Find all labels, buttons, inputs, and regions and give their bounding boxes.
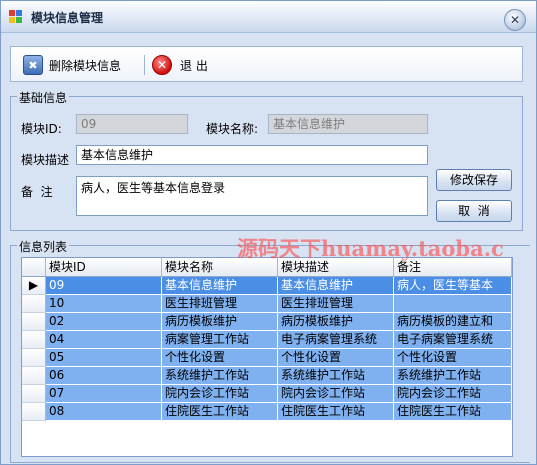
row-indicator [22,403,46,421]
cell-module-desc[interactable]: 医生排班管理 [278,295,394,313]
delete-module-label: 删除模块信息 [49,58,122,73]
cell-module-id[interactable]: 06 [46,367,162,385]
table-row[interactable]: ▶ 09 基本信息维护 基本信息维护 病人，医生等基本 [22,277,512,295]
cell-module-name[interactable]: 住院医生工作站 [162,403,278,421]
toolbar: ✖ 删除模块信息 ✕ 退 出 [10,46,523,82]
row-indicator [22,295,46,313]
row-indicator [22,385,46,403]
cell-module-id[interactable]: 10 [46,295,162,313]
table-row[interactable]: 05 个性化设置 个性化设置 个性化设置 [22,349,512,367]
table-row[interactable]: 10 医生排班管理 医生排班管理 [22,295,512,313]
info-list-title: 信息列表 [17,238,70,255]
cell-module-name[interactable]: 病案管理工作站 [162,331,278,349]
close-icon: ✕ [509,13,521,27]
delete-icon: ✖ [23,55,43,75]
table-row[interactable]: 02 病历模板维护 病历模板维护 病历模板的建立和 [22,313,512,331]
cell-remark[interactable]: 病历模板的建立和 [394,313,512,331]
basic-info-title: 基础信息 [17,89,70,106]
row-selected-indicator: ▶ [22,277,46,295]
window-title: 模块信息管理 [31,11,104,25]
toolbar-separator [144,55,145,75]
exit-label: 退 出 [180,58,208,73]
column-header-module-id[interactable]: 模块ID [46,258,162,276]
module-id-label: 模块ID: [21,122,62,136]
remark-field[interactable]: 病人，医生等基本信息登录 [76,176,428,216]
exit-button[interactable]: ✕ 退 出 [152,54,208,76]
cell-module-id[interactable]: 09 [46,277,162,295]
header-indicator-cell [22,258,46,276]
save-changes-button[interactable]: 修改保存 [436,169,512,191]
cell-remark[interactable]: 电子病案管理系统 [394,331,512,349]
cell-remark[interactable] [394,295,512,313]
cell-module-id[interactable]: 08 [46,403,162,421]
title-bar[interactable]: 模块信息管理 ✕ [1,1,536,33]
cell-module-desc[interactable]: 个性化设置 [278,349,394,367]
row-indicator [22,367,46,385]
app-icon [9,10,23,24]
table-row[interactable]: 04 病案管理工作站 电子病案管理系统 电子病案管理系统 [22,331,512,349]
cell-remark[interactable]: 住院医生工作站 [394,403,512,421]
module-desc-field[interactable]: 基本信息维护 [76,145,428,165]
cell-module-desc[interactable]: 住院医生工作站 [278,403,394,421]
cell-module-desc[interactable]: 电子病案管理系统 [278,331,394,349]
cell-remark[interactable]: 系统维护工作站 [394,367,512,385]
cell-remark[interactable]: 院内会诊工作站 [394,385,512,403]
watermark-text: 源码天下huamay.taoba.c [237,236,504,261]
module-desc-label: 模块描述 [21,153,70,167]
exit-icon: ✕ [152,55,172,75]
row-indicator [22,349,46,367]
table-row[interactable]: 08 住院医生工作站 住院医生工作站 住院医生工作站 [22,403,512,421]
cell-module-name[interactable]: 系统维护工作站 [162,367,278,385]
cell-remark[interactable]: 个性化设置 [394,349,512,367]
cell-remark[interactable]: 病人，医生等基本 [394,277,512,295]
cell-module-name[interactable]: 基本信息维护 [162,277,278,295]
close-button[interactable]: ✕ [504,9,526,31]
cell-module-id[interactable]: 05 [46,349,162,367]
table-row[interactable]: 06 系统维护工作站 系统维护工作站 系统维护工作站 [22,367,512,385]
row-indicator [22,331,46,349]
module-name-field[interactable]: 基本信息维护 [268,114,428,134]
table-row[interactable]: 07 院内会诊工作站 院内会诊工作站 院内会诊工作站 [22,385,512,403]
cell-module-desc[interactable]: 病历模板维护 [278,313,394,331]
cell-module-desc[interactable]: 院内会诊工作站 [278,385,394,403]
delete-module-button[interactable]: ✖ 删除模块信息 [23,54,121,76]
cell-module-name[interactable]: 个性化设置 [162,349,278,367]
cancel-button[interactable]: 取 消 [436,200,512,222]
module-name-label: 模块名称: [206,122,259,136]
cell-module-name[interactable]: 院内会诊工作站 [162,385,278,403]
cell-module-id[interactable]: 04 [46,331,162,349]
row-indicator [22,313,46,331]
module-id-field[interactable]: 09 [76,114,188,134]
remark-label: 备 注 [21,185,53,199]
cell-module-id[interactable]: 07 [46,385,162,403]
cell-module-name[interactable]: 病历模板维护 [162,313,278,331]
cell-module-desc[interactable]: 基本信息维护 [278,277,394,295]
cell-module-id[interactable]: 02 [46,313,162,331]
cell-module-desc[interactable]: 系统维护工作站 [278,367,394,385]
module-info-window: 模块信息管理 ✕ ✖ 删除模块信息 ✕ 退 出 基础信息 模块ID: 09 模块… [0,0,537,465]
cell-module-name[interactable]: 医生排班管理 [162,295,278,313]
module-table[interactable]: 模块ID 模块名称 模块描述 备注 ▶ 09 基本信息维护 基本信息维护 病人，… [21,257,513,457]
